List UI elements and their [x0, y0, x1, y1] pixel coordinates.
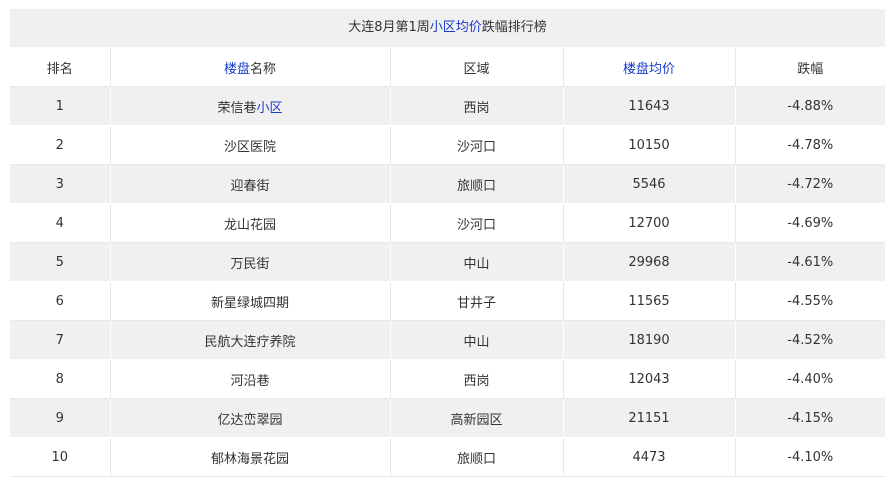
table-row: 8 河沿巷 西岗 12043 -4.40%	[10, 359, 885, 399]
header-price-link[interactable]: 楼盘均价	[563, 48, 736, 87]
cell-name-text: 沙区医院	[223, 139, 276, 155]
cell-district: 中山	[390, 320, 564, 360]
cell-price: 5546	[563, 164, 736, 204]
table-row: 5 万民街 中山 29968 -4.61%	[10, 242, 885, 282]
table-body: 1 荣信巷小区 西岗 11643 -4.88% 2 沙区医院 沙河口 10150 -4.78% 3 迎…	[10, 86, 885, 477]
header-name-rest: 名称	[250, 61, 277, 77]
cell-change: -4.69%	[735, 203, 885, 243]
cell-change: -4.15%	[735, 398, 885, 438]
cell-name: 迎春街	[110, 164, 391, 204]
cell-name: 民航大连疗养院	[110, 320, 391, 360]
cell-name-text: 亿达峦翠园	[217, 412, 283, 428]
ranking-table-container: 大连8月第1周小区均价跌幅排行榜 排名 楼盘名称 区域 楼盘均价 跌幅 1 荣信巷…	[10, 9, 885, 477]
header-name: 楼盘名称	[110, 48, 391, 87]
cell-change: -4.88%	[735, 86, 885, 126]
cell-name-text: 迎春街	[230, 178, 270, 194]
cell-district: 甘井子	[390, 281, 564, 321]
header-rank: 排名	[10, 48, 111, 87]
cell-name: 沙区医院	[110, 125, 391, 165]
cell-district: 西岗	[390, 359, 564, 399]
cell-name-text: 郁林海景花园	[210, 451, 289, 467]
cell-rank: 1	[10, 86, 111, 126]
cell-district: 沙河口	[390, 125, 564, 165]
cell-name: 龙山花园	[110, 203, 391, 243]
cell-change: -4.55%	[735, 281, 885, 321]
cell-name-text: 龙山花园	[223, 217, 276, 233]
table-row: 3 迎春街 旅顺口 5546 -4.72%	[10, 164, 885, 204]
cell-name: 荣信巷小区	[110, 86, 391, 126]
cell-price: 12700	[563, 203, 736, 243]
table-row: 7 民航大连疗养院 中山 18190 -4.52%	[10, 320, 885, 360]
cell-district: 旅顺口	[390, 437, 564, 477]
title-suffix: 跌幅排行榜	[481, 20, 547, 35]
cell-change: -4.52%	[735, 320, 885, 360]
cell-name-text: 新星绿城四期	[210, 295, 289, 311]
cell-rank: 9	[10, 398, 111, 438]
header-change: 跌幅	[735, 48, 885, 87]
cell-name-text: 荣信巷	[217, 100, 257, 116]
cell-rank: 10	[10, 437, 111, 477]
table-row: 6 新星绿城四期 甘井子 11565 -4.55%	[10, 281, 885, 321]
cell-name: 亿达峦翠园	[110, 398, 391, 438]
cell-price: 10150	[563, 125, 736, 165]
cell-name: 万民街	[110, 242, 391, 282]
cell-change: -4.72%	[735, 164, 885, 204]
cell-district: 沙河口	[390, 203, 564, 243]
cell-name: 新星绿城四期	[110, 281, 391, 321]
cell-price: 29968	[563, 242, 736, 282]
cell-rank: 4	[10, 203, 111, 243]
cell-price: 12043	[563, 359, 736, 399]
header-row: 排名 楼盘名称 区域 楼盘均价 跌幅	[10, 48, 885, 87]
cell-price: 11643	[563, 86, 736, 126]
cell-change: -4.78%	[735, 125, 885, 165]
cell-name-link[interactable]: 小区	[257, 101, 283, 116]
cell-district: 西岗	[390, 86, 564, 126]
header-name-link[interactable]: 楼盘	[224, 62, 250, 77]
cell-name-text: 河沿巷	[230, 373, 270, 389]
table-row: 10 郁林海景花园 旅顺口 4473 -4.10%	[10, 437, 885, 477]
cell-price: 18190	[563, 320, 736, 360]
cell-name-text: 民航大连疗养院	[204, 334, 296, 350]
cell-change: -4.61%	[735, 242, 885, 282]
table-row: 9 亿达峦翠园 高新园区 21151 -4.15%	[10, 398, 885, 438]
cell-rank: 6	[10, 281, 111, 321]
table-row: 1 荣信巷小区 西岗 11643 -4.88%	[10, 86, 885, 126]
cell-name: 郁林海景花园	[110, 437, 391, 477]
cell-rank: 5	[10, 242, 111, 282]
cell-district: 旅顺口	[390, 164, 564, 204]
cell-price: 4473	[563, 437, 736, 477]
cell-name-text: 万民街	[230, 256, 270, 272]
cell-rank: 3	[10, 164, 111, 204]
cell-district: 高新园区	[390, 398, 564, 438]
table-title: 大连8月第1周小区均价跌幅排行榜	[10, 9, 885, 48]
table-row: 4 龙山花园 沙河口 12700 -4.69%	[10, 203, 885, 243]
cell-change: -4.10%	[735, 437, 885, 477]
table-row: 2 沙区医院 沙河口 10150 -4.78%	[10, 125, 885, 165]
header-district: 区域	[390, 48, 564, 87]
cell-rank: 8	[10, 359, 111, 399]
cell-price: 21151	[563, 398, 736, 438]
title-prefix: 大连8月第1周	[348, 20, 430, 35]
cell-rank: 7	[10, 320, 111, 360]
cell-price: 11565	[563, 281, 736, 321]
cell-district: 中山	[390, 242, 564, 282]
cell-change: -4.40%	[735, 359, 885, 399]
cell-rank: 2	[10, 125, 111, 165]
cell-name: 河沿巷	[110, 359, 391, 399]
title-link-community-price[interactable]: 小区均价	[430, 20, 482, 35]
price-drop-ranking-table: 大连8月第1周小区均价跌幅排行榜 排名 楼盘名称 区域 楼盘均价 跌幅 1 荣信巷…	[10, 9, 885, 477]
